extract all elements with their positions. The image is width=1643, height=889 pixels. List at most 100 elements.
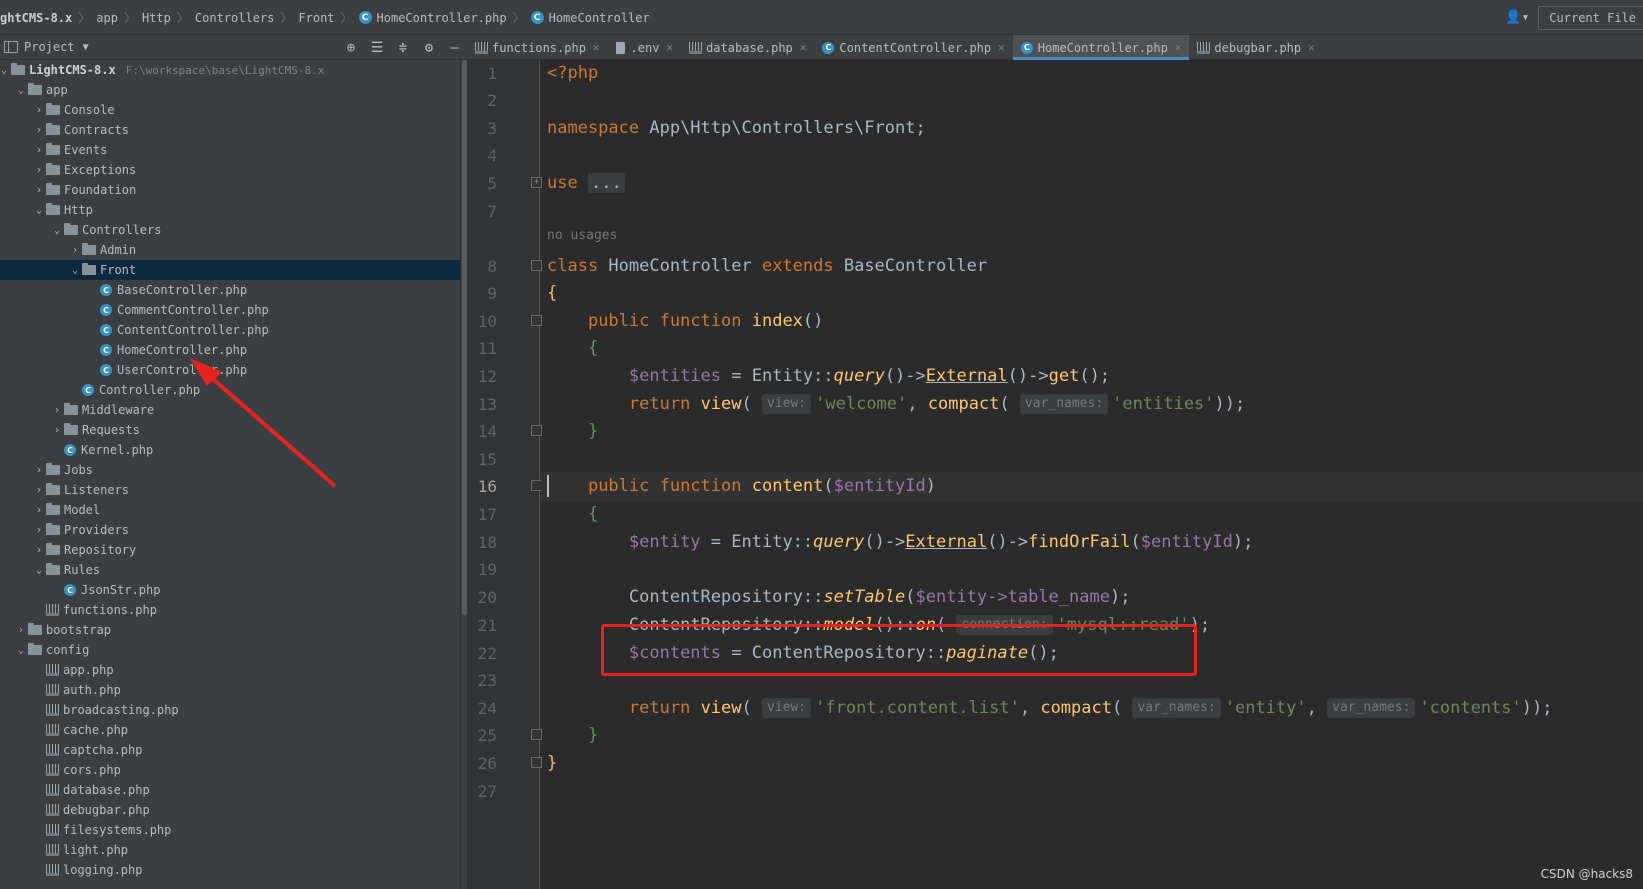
tree-item[interactable]: C ContentController.php [0, 320, 460, 340]
line-number[interactable]: 26 [467, 749, 497, 778]
close-icon[interactable]: ✕ [800, 41, 807, 54]
line-number[interactable]: 1 [467, 59, 497, 88]
tree-item[interactable]: C UserController.php [0, 360, 460, 380]
line-number[interactable]: 4 [467, 141, 497, 170]
tree-item[interactable]: app.php [0, 660, 460, 680]
chevron-right-icon[interactable]: › [32, 485, 46, 496]
hide-panel-icon[interactable]: — [447, 40, 463, 56]
editor-tab[interactable]: C ContentController.php ✕ [814, 35, 1012, 60]
chevron-down-icon[interactable]: ⌄ [0, 65, 11, 76]
close-icon[interactable]: ✕ [1308, 41, 1315, 54]
tree-item[interactable]: ⌄ Controllers [0, 220, 460, 240]
project-view-selector[interactable]: Project [24, 40, 75, 54]
tree-item[interactable]: functions.php [0, 600, 460, 620]
line-number[interactable]: 9 [467, 279, 497, 308]
tree-item[interactable]: › Admin [0, 240, 460, 260]
breadcrumb-app[interactable]: app [96, 11, 118, 25]
breadcrumb-http[interactable]: Http [142, 11, 171, 25]
line-number[interactable]: 19 [467, 555, 497, 584]
tree-item[interactable]: › Providers [0, 520, 460, 540]
chevron-right-icon[interactable]: › [14, 625, 28, 636]
tree-item[interactable]: C BaseController.php [0, 280, 460, 300]
collapse-fold-icon[interactable] [531, 729, 542, 740]
line-number[interactable]: 12 [467, 362, 497, 391]
chevron-right-icon[interactable]: › [32, 545, 46, 556]
run-config-selector[interactable]: Current File [1538, 5, 1643, 30]
breadcrumb-controllers[interactable]: Controllers [195, 11, 274, 25]
tree-item[interactable]: C Controller.php [0, 380, 460, 400]
line-number[interactable]: 21 [467, 611, 497, 640]
editor-tab[interactable]: database.php ✕ [681, 35, 814, 60]
line-number[interactable]: 14 [467, 417, 497, 446]
close-icon[interactable]: ✕ [998, 41, 1005, 54]
tree-scrollbar[interactable] [460, 60, 467, 889]
editor-tab[interactable]: debugbar.php ✕ [1189, 35, 1322, 60]
usages-hint[interactable]: no usages [547, 228, 617, 243]
tree-root[interactable]: ⌄ LightCMS-8.x F:\workspace\base\LightCM… [0, 60, 460, 80]
user-account-icon[interactable]: 👤▾ [1504, 8, 1530, 28]
chevron-down-icon[interactable]: ▼ [83, 42, 89, 53]
close-icon[interactable]: ✕ [666, 41, 673, 54]
collapse-fold-icon[interactable] [531, 260, 542, 271]
tree-item[interactable]: ⌄ Front [0, 260, 460, 280]
tree-item[interactable]: ⌄ app [0, 80, 460, 100]
chevron-right-icon[interactable]: › [32, 525, 46, 536]
line-number[interactable]: 7 [467, 197, 497, 226]
chevron-right-icon[interactable]: › [50, 405, 64, 416]
chevron-right-icon[interactable]: › [32, 505, 46, 516]
tree-item[interactable]: › Jobs [0, 460, 460, 480]
tree-item[interactable]: debugbar.php [0, 800, 460, 820]
tree-item[interactable]: › bootstrap [0, 620, 460, 640]
collapse-all-icon[interactable]: ≑ [395, 40, 411, 56]
line-number[interactable]: 11 [467, 334, 497, 363]
chevron-right-icon[interactable]: › [32, 165, 46, 176]
line-number[interactable]: 20 [467, 583, 497, 612]
line-number[interactable]: 13 [467, 390, 497, 419]
tree-item[interactable]: › Model [0, 500, 460, 520]
tree-item[interactable]: cache.php [0, 720, 460, 740]
line-number[interactable]: 24 [467, 694, 497, 723]
folded-imports[interactable]: ... [587, 173, 625, 193]
line-number[interactable]: 18 [467, 528, 497, 557]
line-number[interactable]: 8 [467, 252, 497, 281]
breadcrumb-project[interactable]: ghtCMS-8.x [0, 11, 72, 25]
collapse-fold-icon[interactable] [531, 757, 542, 768]
line-number[interactable]: 2 [467, 86, 497, 115]
collapse-fold-icon[interactable] [531, 425, 542, 436]
line-number[interactable]: 3 [467, 114, 497, 143]
tree-item[interactable]: › Requests [0, 420, 460, 440]
breadcrumb-file[interactable]: C HomeController.php [358, 11, 507, 25]
tree-item[interactable]: auth.php [0, 680, 460, 700]
tree-item[interactable]: captcha.php [0, 740, 460, 760]
tree-item[interactable]: light.php [0, 840, 460, 860]
editor-tab[interactable]: .env ✕ [608, 35, 682, 60]
expand-all-icon[interactable]: ☰ [369, 40, 385, 56]
gear-icon[interactable]: ⚙ [421, 40, 437, 56]
tree-item[interactable]: broadcasting.php [0, 700, 460, 720]
line-number[interactable]: 23 [467, 666, 497, 695]
tree-item[interactable]: › Middleware [0, 400, 460, 420]
line-number[interactable]: 10 [467, 307, 497, 336]
tree-item[interactable]: C HomeController.php [0, 340, 460, 360]
tree-item[interactable]: database.php [0, 780, 460, 800]
line-number[interactable]: 25 [467, 721, 497, 750]
tree-item[interactable]: logging.php [0, 860, 460, 880]
tree-item[interactable]: ⌄ Http [0, 200, 460, 220]
tree-item[interactable]: ⌄ Rules [0, 560, 460, 580]
tree-item[interactable]: › Repository [0, 540, 460, 560]
editor-tab[interactable]: C HomeController.php ✕ [1012, 35, 1190, 60]
tree-item[interactable]: cors.php [0, 760, 460, 780]
tree-item[interactable]: C JsonStr.php [0, 580, 460, 600]
chevron-right-icon[interactable]: › [32, 465, 46, 476]
chevron-down-icon[interactable]: ⌄ [32, 205, 46, 216]
code-editor[interactable]: 1 2 3 4 5 7 8 9 10 11 12 13 14 15 16 17 18 19 20 21 22 23 24 25… [467, 60, 1643, 889]
tree-item[interactable]: C CommentController.php [0, 300, 460, 320]
tree-item[interactable]: › Exceptions [0, 160, 460, 180]
chevron-down-icon[interactable]: ⌄ [32, 565, 46, 576]
chevron-right-icon[interactable]: › [50, 425, 64, 436]
tree-item[interactable]: C Kernel.php [0, 440, 460, 460]
collapse-fold-icon[interactable] [531, 315, 542, 326]
line-number[interactable]: 15 [467, 445, 497, 474]
chevron-down-icon[interactable]: ⌄ [14, 85, 28, 96]
breadcrumb-class[interactable]: C HomeController [530, 11, 650, 25]
